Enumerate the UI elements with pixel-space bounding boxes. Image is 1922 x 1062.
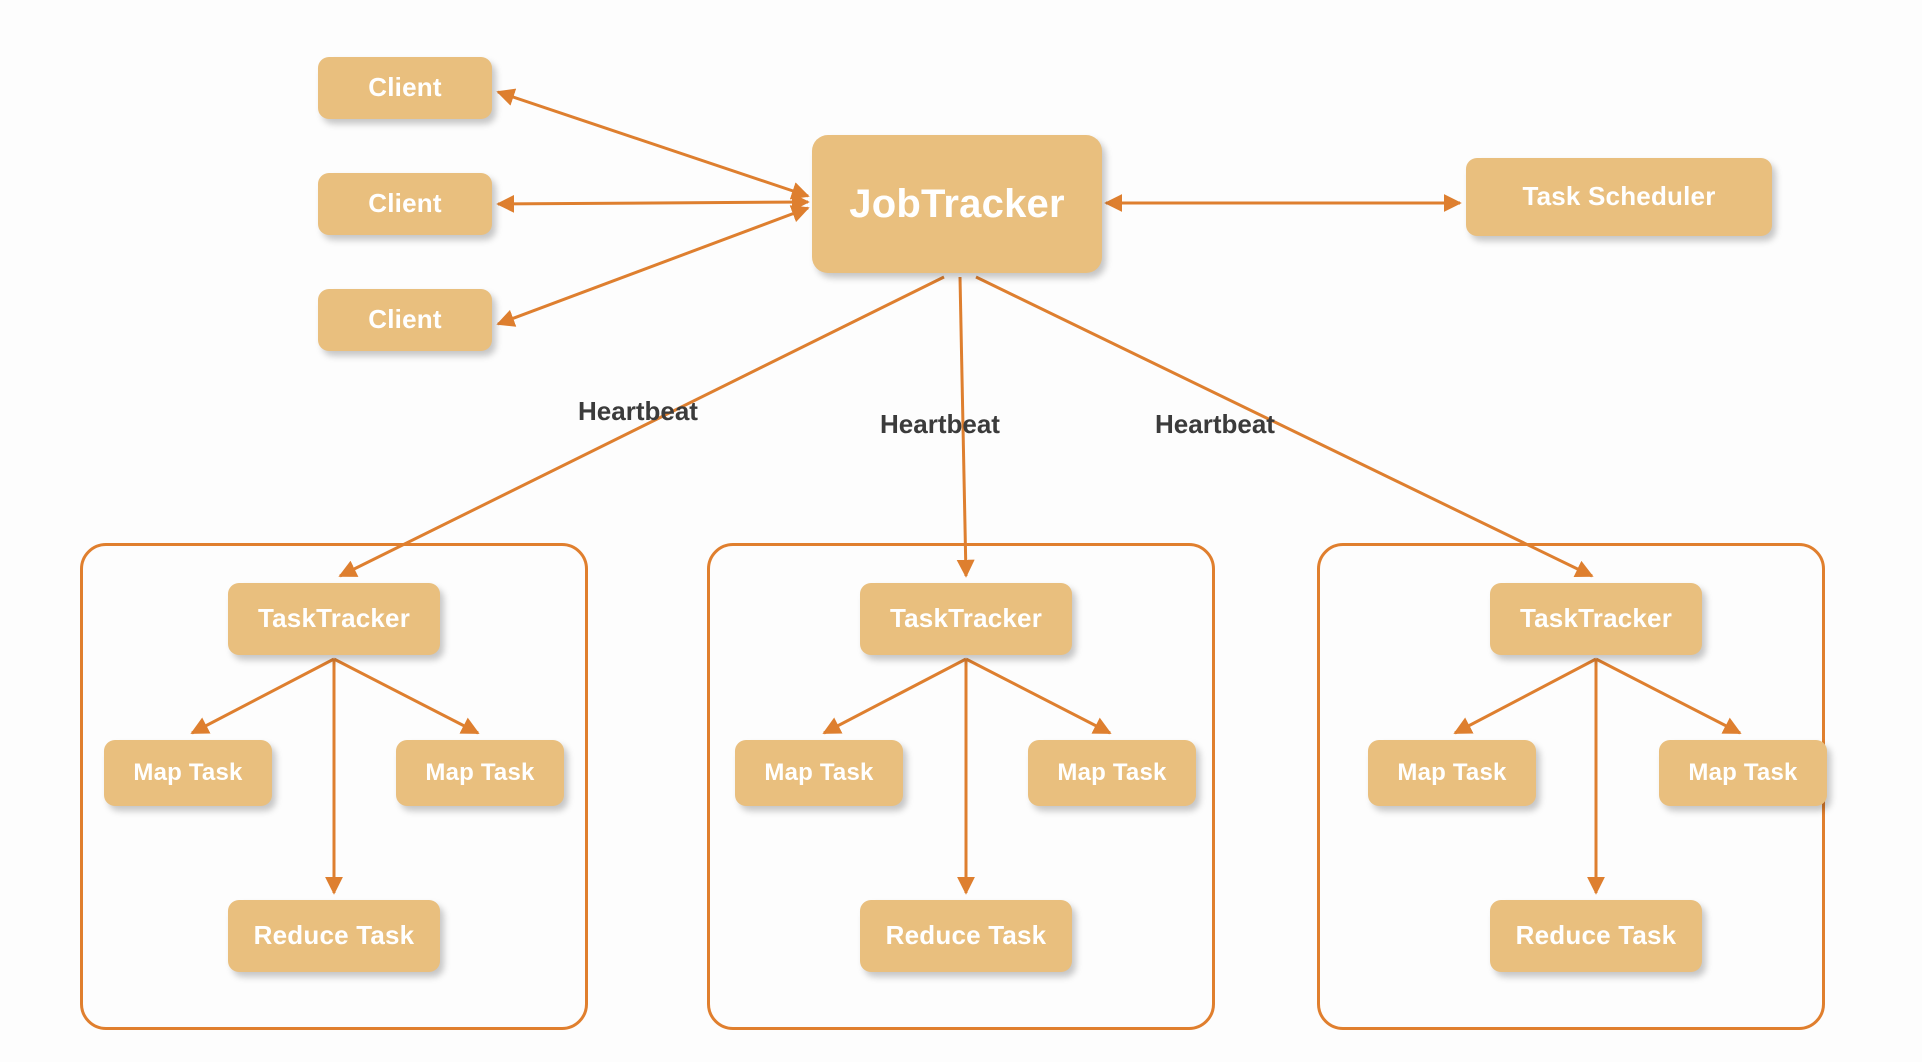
node-task-scheduler[interactable]: Task Scheduler — [1466, 158, 1772, 236]
node-map-task-3[interactable]: Map Task — [735, 740, 903, 806]
edge-jobtracker-client-3 — [496, 205, 810, 327]
node-reduce-task-2[interactable]: Reduce Task — [860, 900, 1072, 972]
node-map-task-1[interactable]: Map Task — [104, 740, 272, 806]
edge-label-heartbeat-3: Heartbeat — [1155, 409, 1275, 439]
node-client-3[interactable]: Client — [318, 289, 492, 351]
node-reduce-task-3[interactable]: Reduce Task — [1490, 900, 1702, 972]
edge-label-heartbeat-2: Heartbeat — [880, 409, 1000, 439]
node-client-2[interactable]: Client — [318, 173, 492, 235]
node-map-task-4[interactable]: Map Task — [1028, 740, 1196, 806]
node-client-1[interactable]: Client — [318, 57, 492, 119]
node-tasktracker-3[interactable]: TaskTracker — [1490, 583, 1702, 655]
node-tasktracker-2[interactable]: TaskTracker — [860, 583, 1072, 655]
node-reduce-task-1[interactable]: Reduce Task — [228, 900, 440, 972]
edge-jobtracker-tasktracker-3 — [975, 275, 1594, 578]
node-map-task-6[interactable]: Map Task — [1659, 740, 1827, 806]
diagram-canvas: Client Client Client JobTracker Task Sch… — [0, 0, 1922, 1062]
node-jobtracker[interactable]: JobTracker — [812, 135, 1102, 273]
node-tasktracker-1[interactable]: TaskTracker — [228, 583, 440, 655]
edge-jobtracker-client-2 — [496, 193, 810, 213]
node-map-task-5[interactable]: Map Task — [1368, 740, 1536, 806]
edge-label-heartbeat-1: Heartbeat — [578, 396, 698, 426]
node-map-task-2[interactable]: Map Task — [396, 740, 564, 806]
edge-jobtracker-client-1 — [496, 88, 810, 200]
